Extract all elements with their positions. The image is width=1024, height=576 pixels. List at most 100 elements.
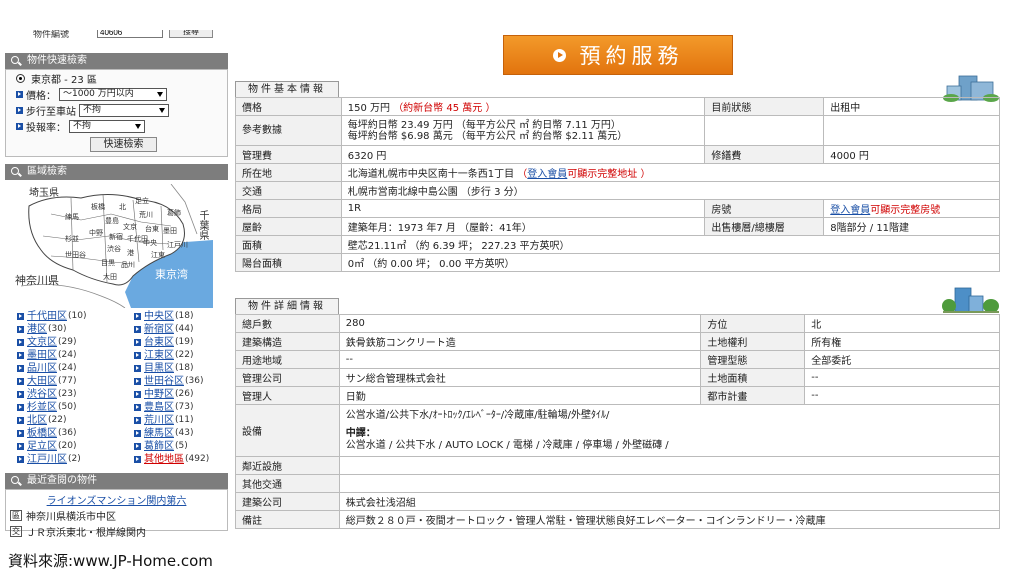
map-label-shinagawa[interactable]: 品川 xyxy=(121,260,135,270)
map-label-chuo[interactable]: 中央 xyxy=(143,238,157,248)
recent-item[interactable]: ライオンズマンション関内第六 區 神奈川県横浜市中区 交 ＪＲ京浜東北・根岸線関… xyxy=(5,489,228,539)
ward-name[interactable]: 港区 xyxy=(27,323,47,336)
table-row: 價格 150 万円 （約新台幣 45 萬元 ） 目前狀態 出租中 xyxy=(235,97,1000,116)
ward-link[interactable]: 世田谷区 (36) xyxy=(134,375,228,388)
ward-name[interactable]: 北区 xyxy=(27,414,47,427)
ward-link[interactable]: 豊島区 (73) xyxy=(134,401,228,414)
map-label-setagaya[interactable]: 世田谷 xyxy=(65,250,86,260)
ward-name[interactable]: 千代田区 xyxy=(27,310,67,323)
ward-link[interactable]: 葛飾区 (5) xyxy=(134,440,228,453)
map-label-ota[interactable]: 大田 xyxy=(103,272,117,282)
map-label-sumida[interactable]: 墨田 xyxy=(163,226,177,236)
ward-name[interactable]: 其他地區 xyxy=(144,453,184,466)
ward-name[interactable]: 中央区 xyxy=(144,310,174,323)
ward-name[interactable]: 中野区 xyxy=(144,388,174,401)
status-value: 出租中 xyxy=(823,97,1000,116)
map-label-koto[interactable]: 江東 xyxy=(151,250,165,260)
ward-name[interactable]: 新宿区 xyxy=(144,323,174,336)
ward-name[interactable]: 荒川区 xyxy=(144,414,174,427)
area-radio[interactable]: 東京都 - 23 區 xyxy=(6,70,227,86)
ward-link[interactable]: 中野区 (26) xyxy=(134,388,228,401)
price-cell: 150 万円 （約新台幣 45 萬元 ） xyxy=(340,97,706,116)
ward-link[interactable]: 足立区 (20) xyxy=(17,440,134,453)
map-label-kita[interactable]: 北 xyxy=(119,202,126,212)
ward-name[interactable]: 葛飾区 xyxy=(144,440,174,453)
map-label-minato[interactable]: 港 xyxy=(127,248,134,258)
arrow-bullet-icon xyxy=(134,404,141,411)
ward-name[interactable]: 板橋区 xyxy=(27,427,57,440)
ward-link[interactable]: 大田区 (77) xyxy=(17,375,134,388)
ward-link[interactable]: 北区 (22) xyxy=(17,414,134,427)
reserve-service-button[interactable]: 預約服務 xyxy=(503,35,733,75)
ward-name[interactable]: 文京区 xyxy=(27,336,57,349)
map-label-suginami[interactable]: 杉並 xyxy=(65,234,79,244)
ward-link[interactable]: 江戸川区 (2) xyxy=(17,453,134,466)
ward-link[interactable]: 其他地區 (492) xyxy=(134,453,228,466)
map-label-arakawa[interactable]: 荒川 xyxy=(139,210,153,220)
ward-name[interactable]: 渋谷区 xyxy=(27,388,57,401)
property-number-label: 物件編號 xyxy=(33,30,70,40)
ward-link[interactable]: 練馬区 (43) xyxy=(134,427,228,440)
table-row: 總戶數 280 方位 北 xyxy=(235,314,1000,333)
map-label-meguro[interactable]: 目黒 xyxy=(101,258,115,268)
ward-count: (10) xyxy=(68,311,87,321)
map-label-edogawa[interactable]: 江戸川 xyxy=(167,240,188,250)
login-link[interactable]: 登入會員 xyxy=(527,169,567,180)
quick-search-button[interactable]: 快速檢索 xyxy=(90,137,157,152)
ward-link[interactable]: 千代田区 (10) xyxy=(17,310,134,323)
ward-link[interactable]: 文京区 (29) xyxy=(17,336,134,349)
map-label-shibuya[interactable]: 渋谷 xyxy=(107,244,121,254)
map-label-toshima[interactable]: 豊島 xyxy=(105,216,119,226)
ward-name[interactable]: 大田区 xyxy=(27,375,57,388)
age-value: 建築年月：1973 年7 月 （屋齡：41年） xyxy=(340,217,706,236)
ward-name[interactable]: 目黒区 xyxy=(144,362,174,375)
tokyo-map[interactable]: 埼玉県 千葉県 神奈川県 東京湾 練馬 板橋 北 足立 葛飾 荒川 豊島 文京 … xyxy=(5,180,228,308)
ward-link[interactable]: 板橋区 (36) xyxy=(17,427,134,440)
ward-name[interactable]: 江戸川区 xyxy=(27,453,67,466)
radio-selected-icon[interactable] xyxy=(16,73,25,83)
ward-link[interactable]: 杉並区 (50) xyxy=(17,401,134,414)
yield-select[interactable]: 不拘 xyxy=(69,119,145,133)
property-number-input[interactable] xyxy=(97,30,163,38)
reference-line: 每坪約日幣 23.49 万円 （每平方公尺 ㎡ 約日幣 7.11 万円） xyxy=(347,119,621,131)
recent-row-key: 區 xyxy=(10,510,22,521)
map-label-taito[interactable]: 台東 xyxy=(145,224,159,234)
map-label-adachi[interactable]: 足立 xyxy=(135,196,149,206)
ward-link[interactable]: 目黒区 (18) xyxy=(134,362,228,375)
map-label-shinjuku[interactable]: 新宿 xyxy=(109,232,123,242)
arrow-bullet-icon xyxy=(134,391,141,398)
map-label-bunkyo[interactable]: 文京 xyxy=(123,222,137,232)
price-label: 價格 xyxy=(26,90,46,102)
ward-name[interactable]: 墨田区 xyxy=(27,349,57,362)
recent-item-title[interactable]: ライオンズマンション関内第六 xyxy=(10,492,223,507)
ward-name[interactable]: 杉並区 xyxy=(27,401,57,414)
ward-count: (30) xyxy=(48,324,67,334)
city-plan-value: -- xyxy=(804,386,1000,405)
ward-link[interactable]: 台東区 (19) xyxy=(134,336,228,349)
ward-link[interactable]: 新宿区 (44) xyxy=(134,323,228,336)
property-number-search-button[interactable]: 搜尋 xyxy=(169,30,213,38)
units-value: 280 xyxy=(338,314,702,333)
ward-link[interactable]: 中央区 (18) xyxy=(134,310,228,323)
map-label-nerima[interactable]: 練馬 xyxy=(65,212,79,222)
ward-link[interactable]: 荒川区 (11) xyxy=(134,414,228,427)
login-link[interactable]: 登入會員 xyxy=(830,205,870,216)
price-select[interactable]: ～1000 万円以内 xyxy=(59,87,167,101)
ward-name[interactable]: 品川区 xyxy=(27,362,57,375)
map-label-katsushika[interactable]: 葛飾 xyxy=(167,208,181,218)
ward-link[interactable]: 渋谷区 (23) xyxy=(17,388,134,401)
ward-name[interactable]: 世田谷区 xyxy=(144,375,184,388)
ward-link[interactable]: 品川区 (24) xyxy=(17,362,134,375)
ward-name[interactable]: 台東区 xyxy=(144,336,174,349)
ward-name[interactable]: 練馬区 xyxy=(144,427,174,440)
ward-name[interactable]: 江東区 xyxy=(144,349,174,362)
ward-link[interactable]: 江東区 (22) xyxy=(134,349,228,362)
ward-name[interactable]: 足立区 xyxy=(27,440,57,453)
ward-link[interactable]: 港区 (30) xyxy=(17,323,134,336)
ward-link[interactable]: 墨田区 (24) xyxy=(17,349,134,362)
map-label-nakano[interactable]: 中野 xyxy=(89,228,103,238)
map-label-itabashi[interactable]: 板橋 xyxy=(91,202,105,212)
ward-name[interactable]: 豊島区 xyxy=(144,401,174,414)
ward-count: (43) xyxy=(175,428,194,438)
walk-select[interactable]: 不拘 xyxy=(79,103,169,117)
